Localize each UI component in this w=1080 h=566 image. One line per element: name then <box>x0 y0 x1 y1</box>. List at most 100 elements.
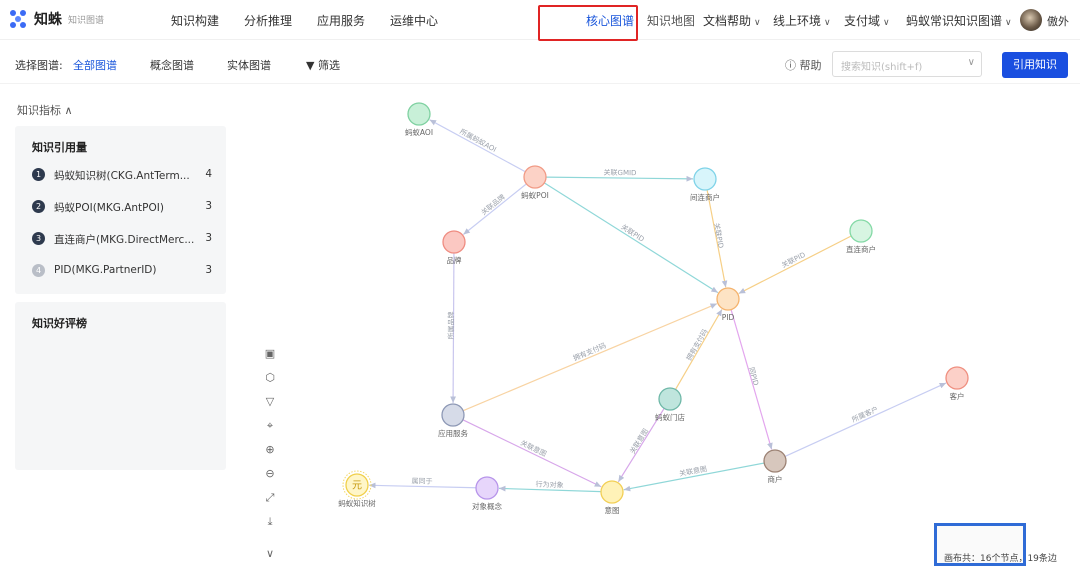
knowledge-label: 蚂蚁知识树(CKG.AntTerm... <box>54 170 190 182</box>
help-button[interactable]: ⓘ 帮助 <box>785 57 822 73</box>
list-item[interactable]: 2 蚂蚁POI(MKG.AntPOI) 3 <box>32 199 212 217</box>
list-item[interactable]: 4 PID(MKG.PartnerID) 3 <box>32 263 212 281</box>
filter-button[interactable]: ▼ 筛选 <box>306 57 340 73</box>
graph-node-merchant[interactable]: 商户 <box>763 449 787 484</box>
graph-node-indirect[interactable]: 间连商户 <box>690 167 720 202</box>
cite-knowledge-button[interactable]: 引用知识 <box>1002 52 1068 78</box>
edge-label: 所属品牌 <box>446 311 455 339</box>
node-label: 蚂蚁AOI <box>405 127 433 137</box>
node-circle[interactable] <box>600 480 624 504</box>
nav-item-ant-graph[interactable]: 蚂蚁常识知识图谱 ∨ <box>906 12 1012 29</box>
nav-item-ops[interactable]: 运维中心 <box>390 12 438 29</box>
graph-node-aoi[interactable]: 蚂蚁AOI <box>405 102 433 137</box>
node-circle[interactable] <box>475 476 499 500</box>
usage-count: 3 <box>205 200 212 212</box>
focus-icon[interactable]: ⌖ <box>263 419 277 433</box>
edge-label: 拥有支付码 <box>684 327 709 362</box>
node-label: 对象概念 <box>472 501 502 511</box>
user-name[interactable]: 傲外 <box>1047 13 1069 29</box>
hexagon-icon[interactable]: ⬡ <box>263 371 277 385</box>
fit-screen-icon[interactable]: ⤢ <box>263 491 277 505</box>
edge-label: 行为对象 <box>535 480 563 490</box>
node-layer: 蚂蚁AOI 蚂蚁POI 间连商户直连商户 品牌 PID 蚂蚁门店 客户应用服务商户元蚂蚁知识… <box>338 102 969 515</box>
list-item[interactable]: 1 蚂蚁知识树(CKG.AntTerm... 4 <box>32 167 212 185</box>
chevron-down-icon[interactable]: ∨ <box>968 57 975 68</box>
list-item[interactable]: 3 直连商户(MKG.DirectMerc... 3 <box>32 231 212 249</box>
graph-node-appsvc[interactable]: 应用服务 <box>438 403 468 438</box>
node-circle[interactable] <box>716 287 740 311</box>
layout-icon[interactable]: ▣ <box>263 347 277 361</box>
nav-item-online-env[interactable]: 线上环境 ∨ <box>773 12 831 29</box>
help-icon: ⓘ <box>785 59 796 72</box>
top-navigation: 知蛛 知识图谱 知识构建 分析推理 应用服务 运维中心 核心图谱 知识地图 文档… <box>0 0 1080 41</box>
nav-item-pay-domain[interactable]: 支付域 ∨ <box>844 12 890 29</box>
graph-node-intent[interactable]: 意图 <box>600 480 624 515</box>
node-circle[interactable] <box>945 366 969 390</box>
nav-item-build[interactable]: 知识构建 <box>171 12 219 29</box>
usage-count: 4 <box>205 168 212 180</box>
graph-node-poi[interactable]: 蚂蚁POI <box>521 165 549 200</box>
chevron-down-icon: ∨ <box>824 18 831 28</box>
graph-node-tree[interactable]: 元蚂蚁知识树 <box>338 470 376 508</box>
node-circle[interactable] <box>658 387 682 411</box>
chevron-up-icon: ∧ <box>64 104 73 117</box>
usage-count: 3 <box>205 232 212 244</box>
node-label: 间连商户 <box>690 192 720 202</box>
knowledge-label: 直连商户(MKG.DirectMerc... <box>54 234 194 246</box>
graph-edge-merchant-customer[interactable] <box>784 382 947 457</box>
filter-funnel-icon[interactable]: ▽ <box>263 395 277 409</box>
graph-node-brand[interactable]: 品牌 <box>442 230 466 265</box>
zoom-in-icon[interactable]: ⊕ <box>263 443 277 457</box>
app-subtitle: 知识图谱 <box>68 15 105 26</box>
knowledge-label: PID(MKG.PartnerID) <box>54 264 157 276</box>
user-avatar[interactable] <box>1020 9 1042 31</box>
node-circle[interactable] <box>523 165 547 189</box>
graph-node-pid[interactable]: PID <box>716 287 740 322</box>
download-icon[interactable]: ⤓ <box>263 515 277 529</box>
canvas-summary: 画布共：16个节点，19条边 <box>944 554 1057 564</box>
zoom-out-icon[interactable]: ⊖ <box>263 467 277 481</box>
graph-node-store[interactable]: 蚂蚁门店 <box>655 387 685 422</box>
collapse-icon[interactable]: ∨ <box>263 547 277 561</box>
node-label: 蚂蚁知识树 <box>338 498 376 508</box>
nav-item-analysis[interactable]: 分析推理 <box>244 12 292 29</box>
node-label: 直连商户 <box>846 244 876 254</box>
graph-node-objconcept[interactable]: 对象概念 <box>472 476 502 511</box>
edge-label: 关联意图 <box>678 464 707 478</box>
graph-edge-objconcept-tree[interactable] <box>368 482 477 489</box>
rank-badge: 2 <box>32 200 45 213</box>
node-circle[interactable] <box>693 167 717 191</box>
metrics-toggle[interactable]: 知识指标 ∧ <box>17 102 73 118</box>
nav-item-service[interactable]: 应用服务 <box>317 12 365 29</box>
doc-help-label: 文档帮助 <box>703 14 752 28</box>
graph-edge-poi-indirect[interactable] <box>545 175 694 182</box>
usage-panel: 知识引用量 1 蚂蚁知识树(CKG.AntTerm... 4 2 蚂蚁POI(M… <box>15 126 226 294</box>
usage-count: 3 <box>205 264 212 276</box>
node-circle[interactable] <box>441 403 465 427</box>
app-logo[interactable]: 知蛛 知识图谱 <box>10 9 104 29</box>
node-circle[interactable] <box>407 102 431 126</box>
nav-item-knowledge-map[interactable]: 知识地图 <box>647 12 695 29</box>
nav-item-doc-help[interactable]: 文档帮助 ∨ <box>703 12 761 29</box>
knowledge-search-input[interactable]: 搜索知识(shift+f) ∨ <box>832 51 982 77</box>
graph-node-customer[interactable]: 客户 <box>945 366 969 401</box>
nav-item-core-graph[interactable]: 核心图谱 <box>586 12 634 29</box>
graph-edge-poi-brand[interactable] <box>462 183 527 235</box>
help-label: 帮助 <box>799 59 822 72</box>
rating-title: 知识好评榜 <box>32 317 87 330</box>
graph-edge-poi-aoi[interactable] <box>429 119 526 173</box>
rank-badge: 3 <box>32 232 45 245</box>
tab-entity-graph[interactable]: 实体图谱 <box>227 57 271 73</box>
tab-concept-graph[interactable]: 概念图谱 <box>150 57 194 73</box>
node-circle[interactable] <box>849 219 873 243</box>
tab-all-graph[interactable]: 全部图谱 <box>73 57 117 73</box>
node-label: 蚂蚁门店 <box>655 412 685 422</box>
node-circle[interactable] <box>763 449 787 473</box>
node-label: 蚂蚁POI <box>521 190 549 200</box>
app-name: 知蛛 <box>34 12 62 28</box>
node-circle[interactable] <box>442 230 466 254</box>
edge-label: 同PID <box>747 366 760 386</box>
graph-edge-direct-pid[interactable] <box>738 235 852 295</box>
graph-edge-appsvc-intent[interactable] <box>462 419 602 488</box>
rating-panel: 知识好评榜 <box>15 302 226 470</box>
